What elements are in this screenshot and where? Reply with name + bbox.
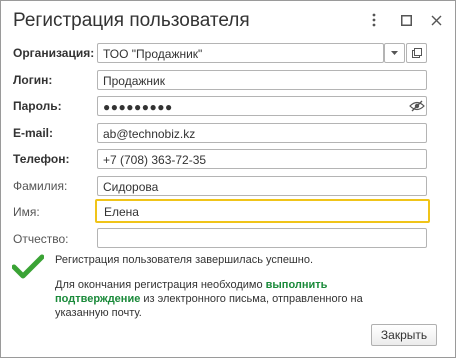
close-icon[interactable] [425, 9, 447, 31]
checkmark-icon [11, 254, 45, 280]
password-field[interactable]: ●●●●●●●●● [97, 96, 427, 116]
vertical-ellipsis-icon[interactable] [363, 9, 385, 31]
last-name-field[interactable]: Сидорова [97, 176, 427, 196]
email-field[interactable]: ab@technobiz.kz [97, 123, 427, 143]
organization-label: Организация: [13, 46, 95, 60]
first-name-field[interactable]: Елена [95, 199, 430, 223]
password-label: Пароль: [13, 99, 62, 113]
maximize-icon[interactable] [395, 9, 417, 31]
open-in-new-icon[interactable] [406, 43, 427, 63]
middle-name-field[interactable] [97, 228, 427, 248]
login-field[interactable]: Продажник [97, 70, 427, 90]
confirmation-prefix: Для окончания регистрация необходимо [55, 279, 266, 291]
last-name-label: Фамилия: [13, 179, 68, 193]
first-name-label: Имя: [13, 205, 40, 219]
middle-name-label: Отчество: [13, 232, 69, 246]
phone-label: Телефон: [13, 152, 70, 166]
confirmation-message: Для окончания регистрация необходимо вып… [55, 278, 395, 320]
email-label: E-mail: [13, 126, 54, 140]
login-label: Логин: [13, 73, 53, 87]
phone-field[interactable]: +7 (708) 363-72-35 [97, 149, 427, 169]
close-button[interactable]: Закрыть [371, 324, 437, 346]
organization-field[interactable]: ТОО "Продажник" [97, 43, 384, 63]
success-message: Регистрация пользователя завершилась усп… [55, 254, 314, 266]
registration-dialog: Регистрация пользователя Организация: ТО… [0, 0, 456, 358]
eye-off-icon[interactable] [406, 96, 427, 116]
chevron-down-icon[interactable] [384, 43, 405, 63]
dialog-title: Регистрация пользователя [13, 10, 250, 31]
